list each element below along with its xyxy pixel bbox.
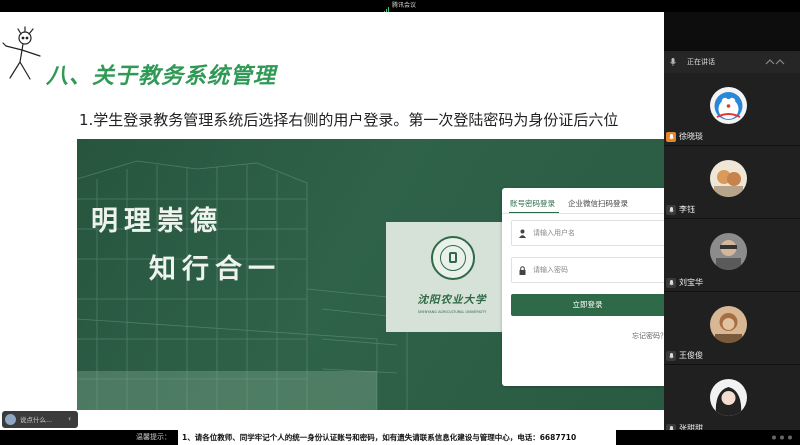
password-input[interactable]: 请输入密码 <box>511 257 664 283</box>
mic-icon <box>666 278 676 288</box>
slide-heading: 八、关于教务系统管理 <box>46 64 277 89</box>
mic-icon <box>666 205 676 215</box>
participant-panel: 正在讲话 徐晓琰 李钰 刘宝华 王俊俊 张甜甜 <box>664 51 800 445</box>
school-name-english: SHENYANG AGRICULTURAL UNIVERSITY <box>417 310 487 314</box>
participant-name: 刘宝华 <box>679 278 703 287</box>
signal-icon <box>383 1 390 13</box>
avatar <box>710 233 747 270</box>
chevron-left-icon[interactable]: ‹ <box>68 414 71 424</box>
notice-label: 温馨提示： <box>136 433 171 441</box>
app-title-bar: 腾讯会议 <box>0 0 800 13</box>
mic-active-icon <box>666 132 676 142</box>
participant-name: 徐晓琰 <box>679 132 703 141</box>
notice-ticker: 温馨提示： 1、请各位教师、同学牢记个人的统一身份认证账号和密码，如有遗失请联系… <box>0 430 800 445</box>
forgot-password-link[interactable]: 忘记密码？ <box>632 331 664 341</box>
chat-placeholder: 说点什么... <box>20 416 53 424</box>
participant-tile[interactable]: 王俊俊 <box>664 292 800 365</box>
school-emblem-icon <box>431 236 475 280</box>
chat-input-widget[interactable]: 说点什么... ‹ <box>2 411 78 428</box>
username-placeholder: 请输入用户名 <box>533 229 575 237</box>
tab-wechat-qr[interactable]: 企业微信扫码登录 <box>568 198 628 209</box>
participant-name: 李钰 <box>679 205 695 214</box>
stick-figure-illustration <box>2 26 41 80</box>
login-card: 账号密码登录 企业微信扫码登录 请输入用户名 请输入密码 立即登录 忘记密码？ <box>502 188 664 386</box>
password-placeholder: 请输入密码 <box>533 266 568 274</box>
mic-icon <box>666 351 676 361</box>
tab-account-password[interactable]: 账号密码登录 <box>510 198 555 209</box>
avatar <box>710 160 747 197</box>
school-logo-panel: 沈阳农业大学 SHENYANG AGRICULTURAL UNIVERSITY <box>386 222 518 332</box>
login-button[interactable]: 立即登录 <box>511 294 664 316</box>
meeting-window: 腾讯会议 八、关于教务系统管理 1.学生登录教务管理系统后选择右侧的用户登录。第… <box>0 0 800 445</box>
speaking-header: 正在讲话 <box>664 51 800 73</box>
portal-login-screenshot: 明理崇德 知行合一 沈阳农业大学 SHENYANG AGRICULTURAL U… <box>77 139 664 410</box>
ticker-controls-icon[interactable] <box>771 434 793 441</box>
participant-tile[interactable]: 李钰 <box>664 146 800 219</box>
participant-name: 王俊俊 <box>679 351 703 360</box>
motto-line-2: 知行合一 <box>149 254 281 285</box>
avatar <box>710 306 747 343</box>
avatar <box>710 87 747 124</box>
app-title: 腾讯会议 <box>0 0 800 13</box>
microphone-icon <box>670 58 676 66</box>
lock-icon <box>519 266 526 275</box>
shared-slide: 八、关于教务系统管理 1.学生登录教务管理系统后选择右侧的用户登录。第一次登陆密… <box>0 12 664 430</box>
notice-text: 1、请各位教师、同学牢记个人的统一身份认证账号和密码，如有遗失请联系信息化建设与… <box>178 430 616 445</box>
self-avatar <box>5 414 16 425</box>
tab-divider <box>502 213 664 214</box>
school-name: 沈阳农业大学 <box>417 294 487 306</box>
user-icon <box>519 229 526 238</box>
participant-tile[interactable]: 刘宝华 <box>664 219 800 292</box>
username-input[interactable]: 请输入用户名 <box>511 220 664 246</box>
speaking-label: 正在讲话 <box>687 58 715 66</box>
participant-tile[interactable]: 张甜甜 <box>664 365 800 438</box>
motto-line-1: 明理崇德 <box>91 206 223 237</box>
slide-instruction: 1.学生登录教务管理系统后选择右侧的用户登录。第一次登陆密码为身份证后六位 <box>79 111 619 129</box>
panel-collapse-icon[interactable] <box>764 58 786 66</box>
participant-tile[interactable]: 徐晓琰 <box>664 73 800 146</box>
avatar <box>710 379 747 416</box>
